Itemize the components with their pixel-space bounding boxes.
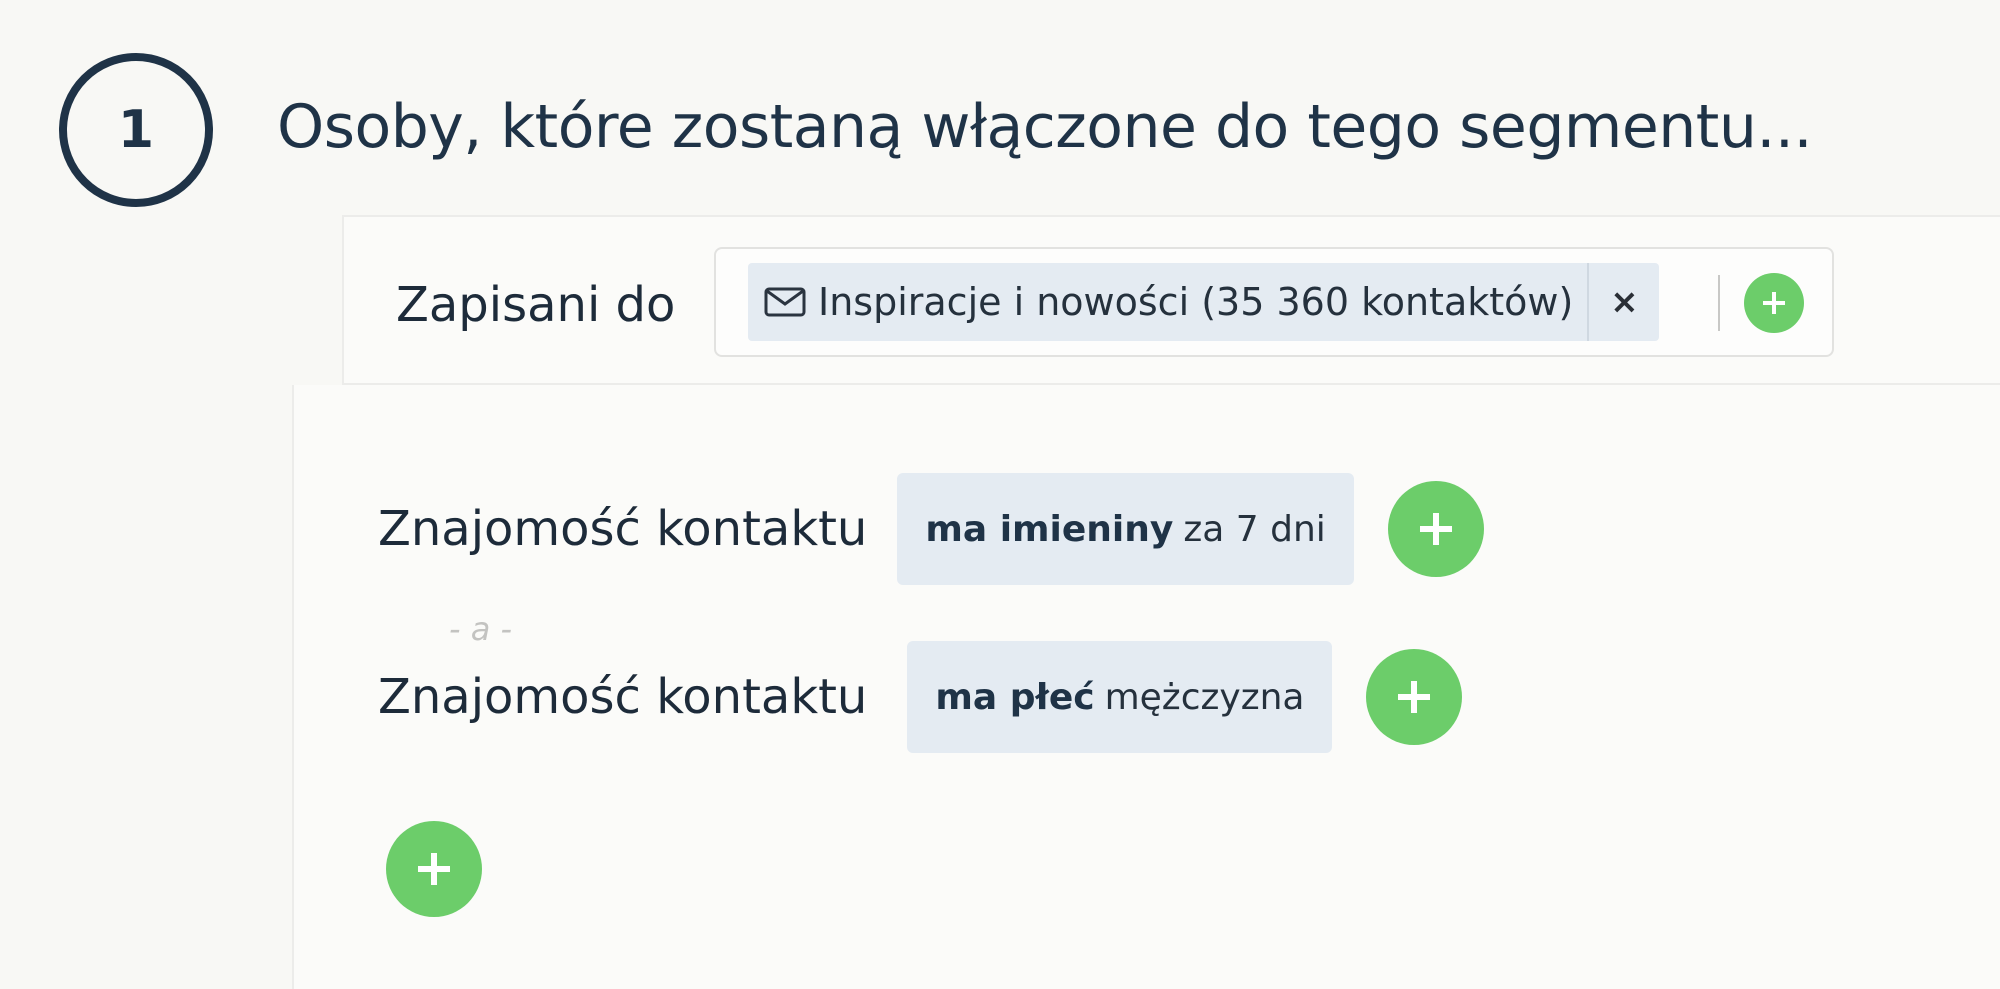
condition-value: za 7 dni [1183, 508, 1326, 550]
add-condition-group-button[interactable] [386, 821, 482, 917]
plus-icon [1763, 292, 1785, 314]
plus-icon [1419, 513, 1452, 545]
subscription-label: Zapisani do [396, 277, 676, 333]
step-number-badge: 1 [59, 53, 213, 207]
select-divider [1718, 275, 1720, 331]
condition-chip[interactable]: ma płeć mężczyzna [907, 641, 1333, 753]
add-list-button[interactable] [1744, 273, 1804, 333]
plus-icon [418, 853, 450, 885]
condition-operator: ma imieniny [925, 508, 1174, 550]
step-number: 1 [117, 100, 155, 160]
list-select[interactable]: Inspiracje i nowości (35 360 kontaktów) … [714, 247, 1834, 357]
condition-operator: ma płeć [935, 676, 1095, 718]
add-condition-button[interactable] [1387, 481, 1484, 577]
list-tag: Inspiracje i nowości (35 360 kontaktów) … [748, 263, 1660, 341]
condition-chip[interactable]: ma imieniny za 7 dni [897, 473, 1354, 585]
plus-icon [1398, 681, 1431, 713]
remove-tag-button[interactable]: × [1587, 263, 1659, 341]
list-tag-label: Inspiracje i nowości (35 360 kontaktów) [818, 280, 1574, 324]
condition-row: Znajomość kontaktu ma imieniny za 7 dni [378, 473, 1484, 585]
close-icon: × [1610, 282, 1639, 322]
step-title: Osoby, które zostaną włączone do tego se… [277, 92, 1813, 162]
envelope-icon [764, 287, 806, 317]
condition-type-label: Znajomość kontaktu [378, 669, 868, 725]
segment-editor: 1 Osoby, które zostaną włączone do tego … [0, 0, 2000, 989]
condition-type-label: Znajomość kontaktu [378, 501, 868, 557]
add-condition-button[interactable] [1366, 649, 1463, 745]
condition-row: Znajomość kontaktu ma płeć mężczyzna [378, 641, 1463, 753]
subscription-filter: Zapisani do Inspiracje i nowości (35 360… [342, 215, 2000, 385]
conditions-panel: Znajomość kontaktu ma imieniny za 7 dni … [292, 385, 2000, 989]
condition-value: mężczyzna [1104, 676, 1305, 718]
